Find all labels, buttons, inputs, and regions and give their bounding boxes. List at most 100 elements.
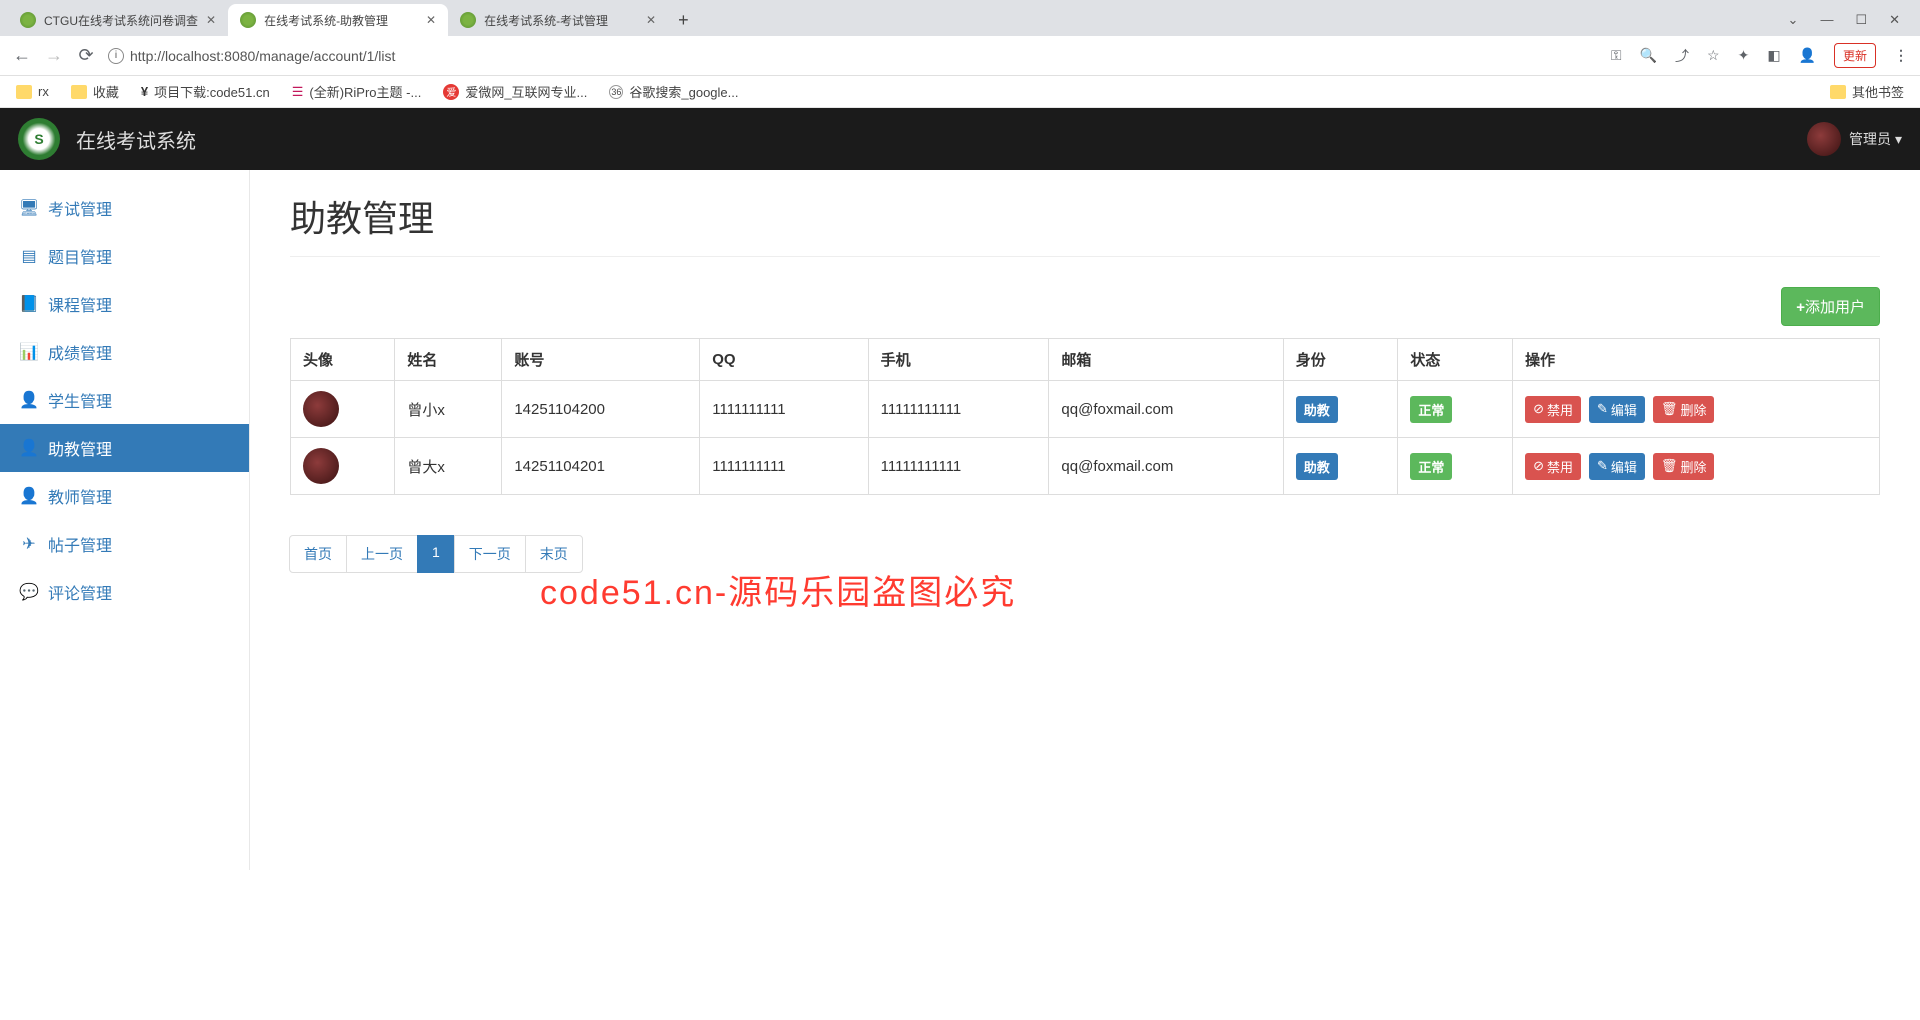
page-next[interactable]: 下一页 <box>454 535 526 573</box>
bookmark-item[interactable]: rx <box>16 84 49 99</box>
bookmark-item[interactable]: 36谷歌搜索_google... <box>609 82 738 101</box>
folder-icon <box>71 85 87 99</box>
more-icon[interactable]: ⋮ <box>1894 47 1908 64</box>
favicon-icon <box>240 12 256 28</box>
key-icon[interactable]: ⚿ <box>1611 47 1622 64</box>
status-badge: 正常 <box>1410 453 1452 480</box>
close-icon[interactable]: ✕ <box>206 13 216 27</box>
star-icon[interactable]: ☆ <box>1707 47 1720 64</box>
trash-icon: 🗑 <box>1661 401 1678 417</box>
cell-name: 曾大x <box>395 438 502 495</box>
url-text: http://localhost:8080/manage/account/1/l… <box>130 48 395 64</box>
url-input[interactable]: i http://localhost:8080/manage/account/1… <box>108 48 1599 64</box>
extensions-icon[interactable]: ✦ <box>1738 47 1750 64</box>
avatar <box>303 448 339 484</box>
caret-down-icon: ▾ <box>1895 131 1902 148</box>
role-badge: 助教 <box>1296 396 1338 423</box>
edit-icon: ✎ <box>1597 401 1608 417</box>
browser-tab[interactable]: CTGU在线考试系统问卷调查 ✕ <box>8 4 228 36</box>
maximize-icon[interactable]: ☐ <box>1855 12 1867 28</box>
new-tab-button[interactable]: + <box>668 10 699 31</box>
address-bar-row: ← → ⟳ i http://localhost:8080/manage/acc… <box>0 36 1920 76</box>
col-account: 账号 <box>502 339 700 381</box>
sidebar-item-score[interactable]: 📊成绩管理 <box>0 328 249 376</box>
col-avatar: 头像 <box>291 339 395 381</box>
chevron-down-icon[interactable]: ⌄ <box>1788 12 1799 28</box>
chart-icon: 📊 <box>20 342 38 362</box>
edit-button[interactable]: ✎编辑 <box>1589 396 1645 423</box>
back-button[interactable]: ← <box>12 45 32 66</box>
sidebar-item-exam[interactable]: 🖥考试管理 <box>0 184 249 232</box>
browser-tabbar: CTGU在线考试系统问卷调查 ✕ 在线考试系统-助教管理 ✕ 在线考试系统-考试… <box>0 0 1920 36</box>
col-ops: 操作 <box>1513 339 1880 381</box>
update-button[interactable]: 更新 <box>1834 43 1876 68</box>
col-email: 邮箱 <box>1049 339 1283 381</box>
col-role: 身份 <box>1283 339 1398 381</box>
sidebar-item-post[interactable]: ✈帖子管理 <box>0 520 249 568</box>
close-icon[interactable]: ✕ <box>646 13 656 27</box>
page-title: 助教管理 <box>290 190 1880 257</box>
folder-icon <box>16 85 32 99</box>
site-info-icon[interactable]: i <box>108 48 124 64</box>
status-badge: 正常 <box>1410 396 1452 423</box>
user-icon: 👤 <box>20 486 38 506</box>
search-icon[interactable]: 🔍 <box>1640 47 1657 64</box>
bookmark-item[interactable]: ¥项目下载:code51.cn <box>141 82 270 101</box>
delete-button[interactable]: 🗑删除 <box>1653 396 1715 423</box>
book-icon: 📘 <box>20 294 38 314</box>
page-last[interactable]: 末页 <box>525 535 583 573</box>
pagination: 首页 上一页 1 下一页 末页 <box>290 535 1880 573</box>
tab-title: 在线考试系统-助教管理 <box>264 12 418 29</box>
user-menu[interactable]: 管理员▾ <box>1849 129 1902 149</box>
sidebar-item-question[interactable]: ▤题目管理 <box>0 232 249 280</box>
ban-icon: ⊘ <box>1533 401 1544 417</box>
tab-title: CTGU在线考试系统问卷调查 <box>44 12 198 29</box>
disable-button[interactable]: ⊘禁用 <box>1525 396 1581 423</box>
page-current[interactable]: 1 <box>417 535 455 573</box>
profile-icon[interactable]: 👤 <box>1799 47 1816 64</box>
other-bookmarks[interactable]: 其他书签 <box>1830 82 1904 101</box>
close-window-icon[interactable]: ✕ <box>1889 12 1900 28</box>
bookmark-item[interactable]: 收藏 <box>71 82 119 101</box>
cell-qq: 1111111111 <box>700 381 868 438</box>
user-icon: 👤 <box>20 390 38 410</box>
bookmark-item[interactable]: 爱爱微网_互联网专业... <box>443 82 587 101</box>
cell-account: 14251104200 <box>502 381 700 438</box>
cell-phone: 11111111111 <box>868 381 1049 438</box>
user-table: 头像 姓名 账号 QQ 手机 邮箱 身份 状态 操作 曾小x1425110420… <box>290 338 1880 495</box>
delete-button[interactable]: 🗑删除 <box>1653 453 1715 480</box>
add-user-button[interactable]: +添加用户 <box>1781 287 1880 326</box>
panel-icon[interactable]: ◧ <box>1767 47 1780 64</box>
sidebar: 🖥考试管理 ▤题目管理 📘课程管理 📊成绩管理 👤学生管理 👤助教管理 👤教师管… <box>0 170 250 870</box>
ban-icon: ⊘ <box>1533 458 1544 474</box>
browser-tab[interactable]: 在线考试系统-考试管理 ✕ <box>448 4 668 36</box>
page-prev[interactable]: 上一页 <box>346 535 418 573</box>
forward-button[interactable]: → <box>44 45 64 66</box>
sidebar-item-comment[interactable]: 💬评论管理 <box>0 568 249 616</box>
sidebar-item-student[interactable]: 👤学生管理 <box>0 376 249 424</box>
user-avatar[interactable] <box>1807 122 1841 156</box>
close-icon[interactable]: ✕ <box>426 13 436 27</box>
share-icon[interactable]: ⤴ <box>1675 46 1689 66</box>
bookmarks-bar: rx 收藏 ¥项目下载:code51.cn ☰(全新)RiPro主题 -... … <box>0 76 1920 108</box>
disable-button[interactable]: ⊘禁用 <box>1525 453 1581 480</box>
browser-tab-active[interactable]: 在线考试系统-助教管理 ✕ <box>228 4 448 36</box>
cell-account: 14251104201 <box>502 438 700 495</box>
page-first[interactable]: 首页 <box>289 535 347 573</box>
col-phone: 手机 <box>868 339 1049 381</box>
sidebar-item-ta[interactable]: 👤助教管理 <box>0 424 249 472</box>
reload-button[interactable]: ⟳ <box>76 45 96 66</box>
avatar <box>303 391 339 427</box>
minimize-icon[interactable]: — <box>1820 12 1833 28</box>
cell-qq: 1111111111 <box>700 438 868 495</box>
sidebar-item-teacher[interactable]: 👤教师管理 <box>0 472 249 520</box>
app-brand: 在线考试系统 <box>76 125 196 154</box>
sidebar-item-course[interactable]: 📘课程管理 <box>0 280 249 328</box>
table-row: 曾大x14251104201111111111111111111111qq@fo… <box>291 438 1880 495</box>
send-icon: ✈ <box>20 534 38 554</box>
favicon-icon <box>460 12 476 28</box>
edit-button[interactable]: ✎编辑 <box>1589 453 1645 480</box>
bookmark-item[interactable]: ☰(全新)RiPro主题 -... <box>292 82 422 101</box>
app-logo[interactable]: S <box>18 118 60 160</box>
monitor-icon: 🖥 <box>20 198 38 218</box>
